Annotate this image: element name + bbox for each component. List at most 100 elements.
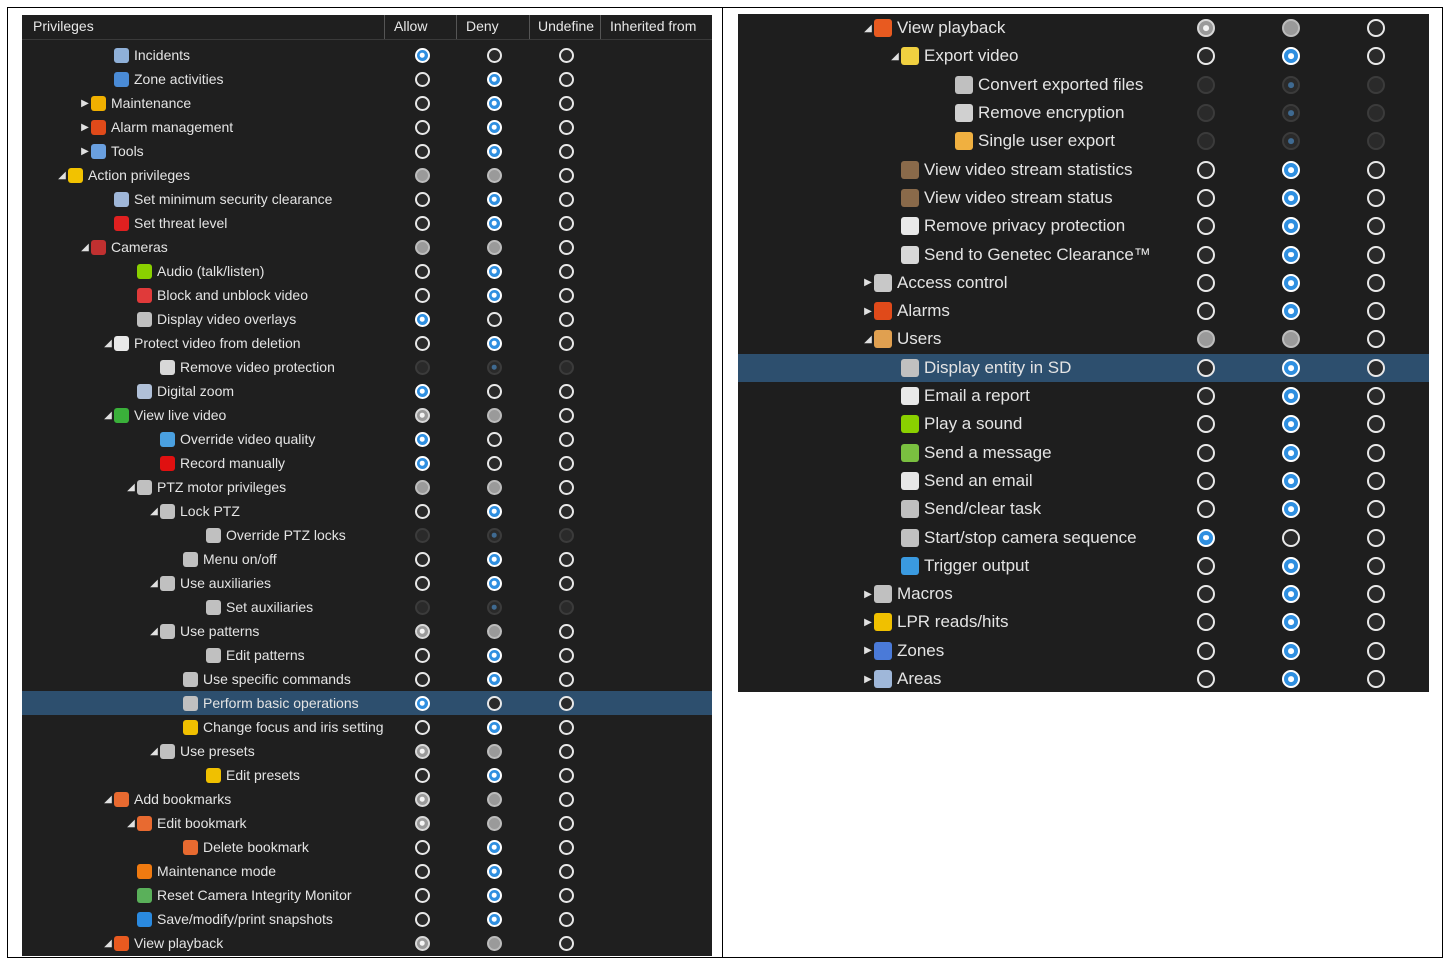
undefine-radio[interactable] <box>558 383 574 399</box>
undefine-radio[interactable] <box>558 215 574 231</box>
allow-radio[interactable] <box>414 551 430 567</box>
undefine-radio[interactable] <box>558 863 574 879</box>
deny-radio[interactable] <box>1282 217 1300 236</box>
undefine-radio[interactable] <box>558 503 574 519</box>
privilege-row-view-video-stream-status[interactable]: View video stream status <box>738 184 1429 212</box>
deny-radio[interactable] <box>1282 613 1300 632</box>
deny-radio[interactable] <box>1282 670 1300 689</box>
allow-radio[interactable] <box>1197 217 1215 236</box>
undefine-radio[interactable] <box>558 239 574 255</box>
undefine-radio[interactable] <box>558 623 574 639</box>
undefine-radio[interactable] <box>558 695 574 711</box>
undefine-radio[interactable] <box>558 335 574 351</box>
deny-radio[interactable] <box>486 719 502 735</box>
deny-radio[interactable] <box>1282 273 1300 292</box>
deny-radio[interactable] <box>486 575 502 591</box>
collapse-arrow-icon[interactable]: ◢ <box>125 482 137 493</box>
allow-radio[interactable] <box>1197 670 1215 689</box>
deny-radio[interactable] <box>486 431 502 447</box>
privilege-row-edit-bookmark[interactable]: ◢ Edit bookmark <box>22 811 712 835</box>
deny-radio[interactable] <box>486 215 502 231</box>
privilege-row-play-a-sound[interactable]: Play a sound <box>738 410 1429 438</box>
undefine-radio[interactable] <box>558 191 574 207</box>
col-inherited-from[interactable]: Inherited from <box>610 18 696 34</box>
privilege-row-add-bookmarks[interactable]: ◢ Add bookmarks <box>22 787 712 811</box>
deny-radio[interactable] <box>486 263 502 279</box>
collapse-arrow-icon[interactable]: ◢ <box>79 242 91 253</box>
collapse-arrow-icon[interactable]: ◢ <box>102 410 114 421</box>
privilege-row-incidents[interactable]: Incidents <box>22 43 712 67</box>
allow-radio[interactable] <box>414 191 430 207</box>
allow-radio[interactable] <box>414 935 430 951</box>
undefine-radio[interactable] <box>1367 471 1385 490</box>
allow-radio[interactable] <box>414 887 430 903</box>
privilege-row-alarms[interactable]: ▶ Alarms <box>738 297 1429 325</box>
expand-arrow-icon[interactable]: ▶ <box>862 617 874 628</box>
undefine-radio[interactable] <box>1367 273 1385 292</box>
col-privileges[interactable]: Privileges <box>33 18 94 34</box>
undefine-radio[interactable] <box>1367 528 1385 547</box>
allow-radio[interactable] <box>1197 556 1215 575</box>
allow-radio[interactable] <box>414 671 430 687</box>
expand-arrow-icon[interactable]: ▶ <box>862 277 874 288</box>
allow-radio[interactable] <box>1197 641 1215 660</box>
allow-radio[interactable] <box>414 47 430 63</box>
deny-radio[interactable] <box>486 167 502 183</box>
collapse-arrow-icon[interactable]: ◢ <box>102 338 114 349</box>
allow-radio[interactable] <box>414 575 430 591</box>
privilege-row-audio-talk-listen[interactable]: Audio (talk/listen) <box>22 259 712 283</box>
deny-radio[interactable] <box>1282 415 1300 434</box>
undefine-radio[interactable] <box>558 47 574 63</box>
privilege-row-convert-exported-files[interactable]: Convert exported files <box>738 71 1429 99</box>
undefine-radio[interactable] <box>558 575 574 591</box>
undefine-radio[interactable] <box>1367 188 1385 207</box>
deny-radio[interactable] <box>486 791 502 807</box>
allow-radio[interactable] <box>414 287 430 303</box>
deny-radio[interactable] <box>486 407 502 423</box>
privilege-row-display-entity-in-sd[interactable]: Display entity in SD <box>738 353 1429 382</box>
collapse-arrow-icon[interactable]: ◢ <box>102 938 114 949</box>
col-deny[interactable]: Deny <box>466 18 499 34</box>
expand-arrow-icon[interactable]: ▶ <box>862 306 874 317</box>
undefine-radio[interactable] <box>558 167 574 183</box>
undefine-radio[interactable] <box>558 839 574 855</box>
undefine-radio[interactable] <box>558 311 574 327</box>
undefine-radio[interactable] <box>558 407 574 423</box>
deny-radio[interactable] <box>486 311 502 327</box>
privilege-row-perform-basic-operations[interactable]: Perform basic operations <box>22 691 712 715</box>
undefine-radio[interactable] <box>1367 358 1385 377</box>
undefine-radio[interactable] <box>558 719 574 735</box>
allow-radio[interactable] <box>414 743 430 759</box>
allow-radio[interactable] <box>414 767 430 783</box>
deny-radio[interactable] <box>1282 500 1300 519</box>
privilege-row-record-manually[interactable]: Record manually <box>22 451 712 475</box>
collapse-arrow-icon[interactable]: ◢ <box>889 51 901 62</box>
privilege-row-set-minimum-security-clearance[interactable]: Set minimum security clearance <box>22 187 712 211</box>
deny-radio[interactable] <box>1282 245 1300 264</box>
allow-radio[interactable] <box>1197 188 1215 207</box>
undefine-radio[interactable] <box>558 71 574 87</box>
deny-radio[interactable] <box>486 815 502 831</box>
undefine-radio[interactable] <box>558 791 574 807</box>
expand-arrow-icon[interactable]: ▶ <box>862 674 874 685</box>
undefine-radio[interactable] <box>1367 500 1385 519</box>
privilege-row-send-a-message[interactable]: Send a message <box>738 439 1429 467</box>
col-allow[interactable]: Allow <box>394 18 427 34</box>
privilege-row-save-modify-print-snapshots[interactable]: Save/modify/print snapshots <box>22 907 712 931</box>
undefine-radio[interactable] <box>1367 641 1385 660</box>
undefine-radio[interactable] <box>1367 217 1385 236</box>
undefine-radio[interactable] <box>1367 670 1385 689</box>
privilege-row-macros[interactable]: ▶ Macros <box>738 580 1429 608</box>
privilege-row-reset-camera-integrity-monitor[interactable]: Reset Camera Integrity Monitor <box>22 883 712 907</box>
undefine-radio[interactable] <box>558 431 574 447</box>
privilege-row-use-auxiliaries[interactable]: ◢ Use auxiliaries <box>22 571 712 595</box>
undefine-radio[interactable] <box>1367 330 1385 349</box>
undefine-radio[interactable] <box>558 671 574 687</box>
deny-radio[interactable] <box>1282 47 1300 66</box>
privilege-row-trigger-output[interactable]: Trigger output <box>738 552 1429 580</box>
privilege-row-set-auxiliaries[interactable]: Set auxiliaries <box>22 595 712 619</box>
privilege-row-alarm-management[interactable]: ▶ Alarm management <box>22 115 712 139</box>
allow-radio[interactable] <box>414 263 430 279</box>
deny-radio[interactable] <box>1282 302 1300 321</box>
privilege-row-view-playback[interactable]: ◢ View playback <box>22 931 712 955</box>
